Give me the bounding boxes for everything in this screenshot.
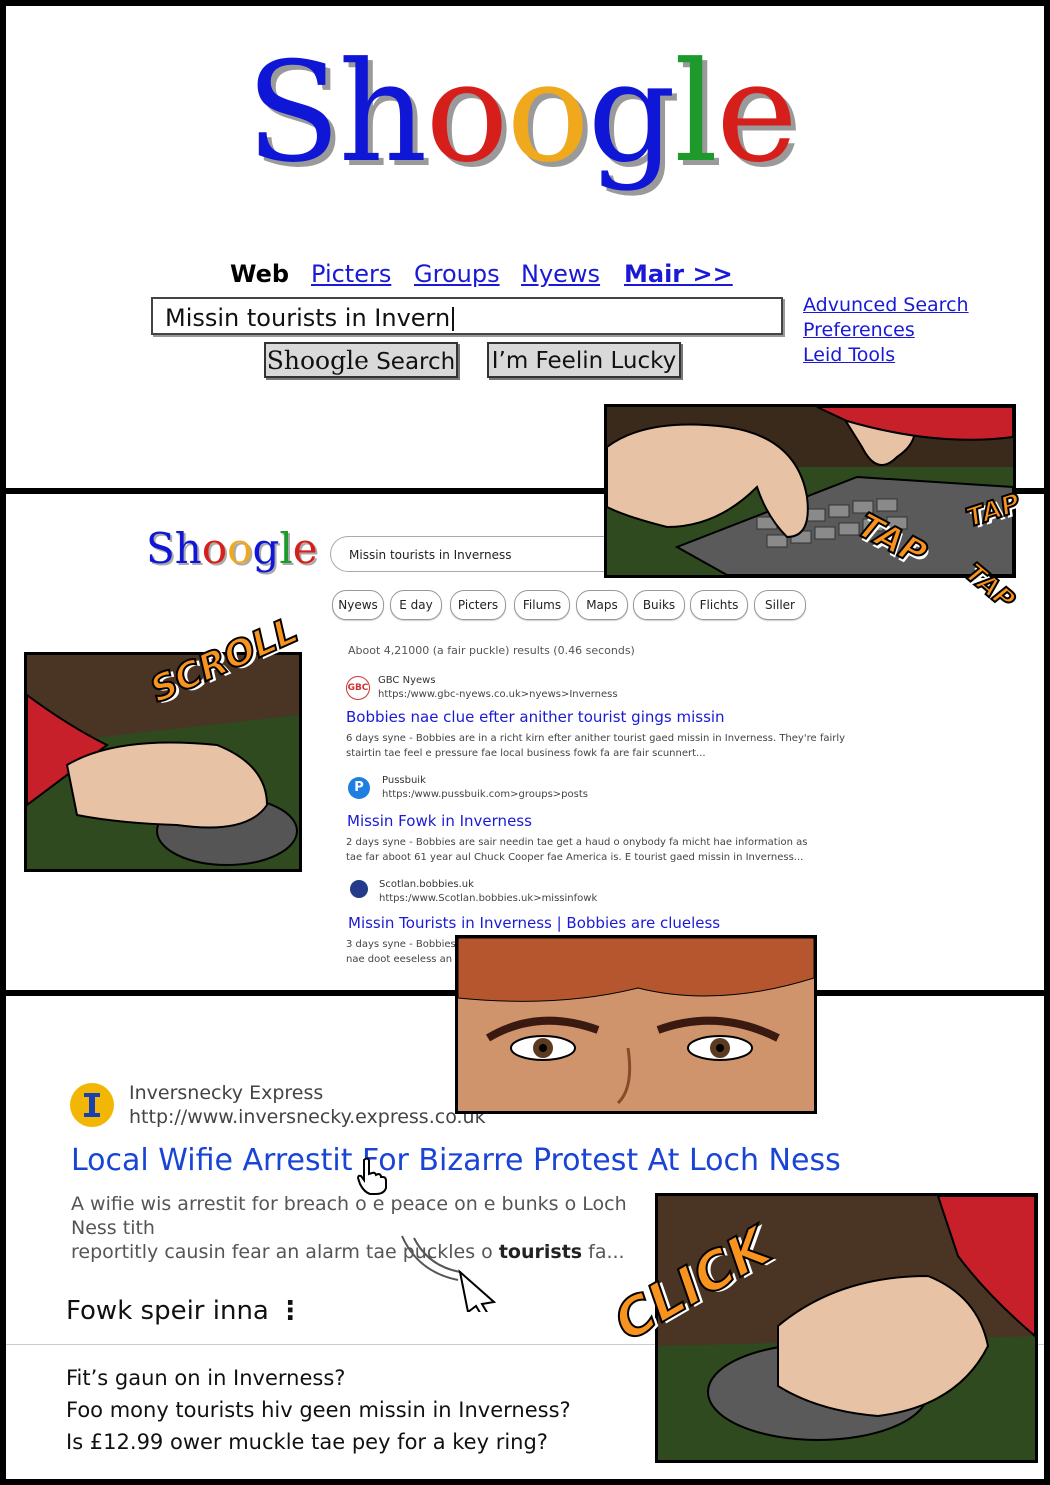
- result-title-link[interactable]: Missin Fowk in Inverness: [347, 812, 532, 830]
- results-search-input[interactable]: Missin tourists in Inverness: [330, 536, 630, 572]
- people-ask-heading: Fowk speir inna ⋮: [66, 1296, 304, 1326]
- result-snippet: 6 days syne - Bobbies are in a richt kir…: [346, 733, 846, 759]
- police-badge-icon: [350, 880, 368, 898]
- result-title-link[interactable]: Bobbies nae clue efter anither tourist g…: [346, 708, 725, 726]
- nav-nyews[interactable]: Nyews: [521, 260, 600, 288]
- pointer-motion-icon: [401, 1235, 497, 1312]
- result-url: https:/www.Scotlan.bobbies.uk>missinfowk: [379, 893, 598, 904]
- result-snippet: 2 days syne - Bobbies are sair needin ta…: [346, 837, 808, 863]
- shoogle-logo: Shoogle: [246, 32, 798, 193]
- search-button-brand: Shoogle: [266, 346, 369, 375]
- chip-buiks[interactable]: Buiks: [633, 590, 685, 620]
- result-title-link[interactable]: Missin Tourists in Inverness | Bobbies a…: [348, 914, 720, 932]
- gbc-logo-icon: GBC: [346, 676, 370, 700]
- result-site: GBC Nyews: [378, 675, 436, 686]
- eyes-panel: [455, 935, 817, 1114]
- preferences-link[interactable]: Preferences: [803, 319, 915, 341]
- chip-nyews[interactable]: Nyews: [332, 590, 384, 620]
- nav-mair[interactable]: Mair >>: [624, 260, 733, 288]
- nav-groups[interactable]: Groups: [414, 260, 500, 288]
- search-query: Missin tourists in Invern: [165, 304, 451, 332]
- click-hand-illustration: [658, 1196, 1035, 1460]
- chip-picters[interactable]: Picters: [450, 590, 506, 620]
- chip-flichts[interactable]: Flichts: [690, 590, 748, 620]
- article-snippet: A wifie wis arrestit for breach o e peac…: [71, 1193, 627, 1263]
- feelin-lucky-button[interactable]: I’m Feelin Lucky: [487, 342, 681, 378]
- pussbuik-logo-icon: P: [348, 777, 370, 799]
- shoogle-logo-small: Shoogle: [146, 524, 318, 573]
- comic-page: Shoogle Web Picters Groups Nyews Mair >>…: [0, 0, 1050, 1485]
- shoogle-search-button[interactable]: Shoogle Search: [264, 342, 458, 378]
- nav-picters[interactable]: Picters: [311, 260, 391, 288]
- text-caret: [452, 307, 455, 331]
- chip-filums[interactable]: Filums: [514, 590, 570, 620]
- result-snippet: 3 days syne - Bobbies nae doot eeseless a…: [346, 939, 456, 965]
- article-url: http://www.inversnecky.express.co.uk: [129, 1106, 486, 1128]
- nav-web[interactable]: Web: [230, 260, 289, 288]
- result-url: https:/www.gbc-nyews.co.uk>nyews>Inverne…: [378, 689, 618, 700]
- article-site: Inversnecky Express: [129, 1082, 324, 1104]
- chip-siller[interactable]: Siller: [754, 590, 806, 620]
- result-stats: Aboot 4,21000 (a fair puckle) results (0…: [348, 644, 635, 657]
- hand-cursor-icon: [356, 1157, 387, 1195]
- typing-hands-illustration: [607, 407, 1013, 575]
- people-ask-question[interactable]: Foo mony tourists hiv geen missin in Inv…: [66, 1398, 571, 1422]
- tools-link[interactable]: Leid Tools: [803, 344, 895, 366]
- search-button-label: Search: [376, 349, 456, 375]
- result-site: Pussbuik: [382, 775, 426, 786]
- chip-maps[interactable]: Maps: [576, 590, 628, 620]
- click-hand-panel: [655, 1193, 1038, 1463]
- typing-hands-panel: [604, 404, 1016, 578]
- people-ask-question[interactable]: Is £12.99 ower muckle tae pey for a key …: [66, 1430, 548, 1454]
- inversnecky-logo-icon: [70, 1083, 114, 1127]
- chip-e-day[interactable]: E day: [390, 590, 442, 620]
- eyes-illustration: [458, 938, 814, 1111]
- people-ask-question[interactable]: Fit’s gaun on in Inverness?: [66, 1366, 345, 1390]
- advanced-search-link[interactable]: Advunced Search: [803, 294, 969, 316]
- letter-i-icon: [84, 1093, 100, 1117]
- search-input[interactable]: Missin tourists in Invern: [151, 297, 783, 335]
- result-url: https:/www.pussbuik.com>groups>posts: [382, 789, 588, 800]
- result-site: Scotlan.bobbies.uk: [379, 879, 474, 890]
- article-title-link[interactable]: Local Wifie Arrestit For Bizarre Protest…: [71, 1143, 841, 1178]
- more-vert-icon[interactable]: ⋮: [277, 1296, 303, 1326]
